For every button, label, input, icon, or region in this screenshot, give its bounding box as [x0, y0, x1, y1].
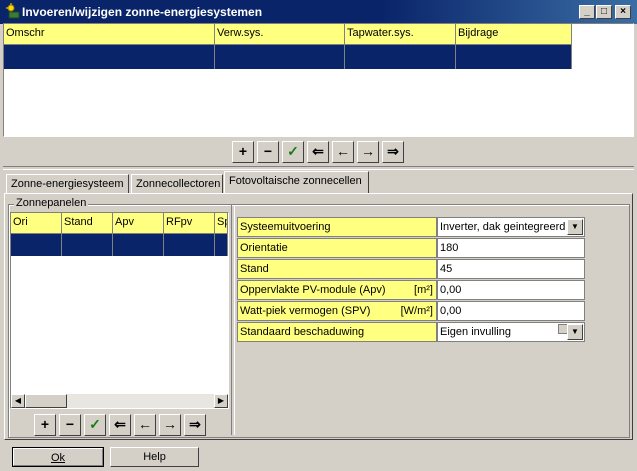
checkmark-icon[interactable]: ✓ — [282, 141, 304, 163]
column-header-omschr[interactable]: Omschr — [4, 24, 215, 45]
column-header-sp[interactable]: Sp — [215, 213, 228, 234]
last-record-icon[interactable]: ⇒ — [184, 414, 206, 436]
prev-record-icon[interactable]: ← — [134, 414, 156, 436]
first-record-icon[interactable]: ⇐ — [307, 141, 329, 163]
minimize-button[interactable]: _ — [579, 5, 595, 19]
orientatie-field[interactable]: 180 — [437, 238, 585, 258]
group-label: Zonnepanelen — [14, 197, 89, 209]
unit-m2: [m²] — [414, 284, 433, 296]
column-header-ori[interactable]: Ori — [11, 213, 62, 234]
title-bar: Invoeren/wijzigen zonne-energiesystemen … — [0, 0, 637, 24]
vertical-splitter[interactable] — [231, 205, 235, 435]
panel-navigator: + − ✓ ⇐ ← → ⇒ — [34, 414, 210, 436]
column-header-apv[interactable]: Apv — [113, 213, 164, 234]
add-icon[interactable]: + — [232, 141, 254, 163]
table-cell[interactable] — [215, 45, 345, 69]
top-navigator: + − ✓ ⇐ ← → ⇒ — [232, 141, 408, 163]
table-cell[interactable] — [215, 234, 228, 256]
tab-zonne-energiesysteem[interactable]: Zonne-energiesysteem — [6, 174, 129, 194]
scroll-thumb[interactable] — [25, 394, 67, 408]
table-cell[interactable] — [62, 234, 113, 256]
table-cell[interactable] — [4, 45, 215, 69]
prev-record-icon[interactable]: ← — [332, 141, 354, 163]
add-icon[interactable]: + — [34, 414, 56, 436]
column-header-rfpv[interactable]: RFpv — [164, 213, 215, 234]
window-title: Invoeren/wijzigen zonne-energiesystemen — [22, 5, 263, 19]
label-standaard-beschaduwing: Standaard beschaduwing — [237, 322, 437, 342]
last-record-icon[interactable]: ⇒ — [382, 141, 404, 163]
column-header-tapwater-sys[interactable]: Tapwater.sys. — [345, 24, 456, 45]
panels-grid[interactable]: Ori Stand Apv RFpv Sp ◀ ▶ — [10, 212, 229, 409]
systems-grid[interactable]: Omschr Verw.sys. Tapwater.sys. Bijdrage — [3, 23, 634, 137]
watt-piek-field[interactable]: 0,00 — [437, 301, 585, 321]
oppervlakte-field[interactable]: 0,00 — [437, 280, 585, 300]
label-oppervlakte-pv-module: Oppervlakte PV-module (Apv) [m²] — [237, 280, 437, 300]
chevron-down-icon[interactable]: ▼ — [567, 324, 583, 340]
table-cell[interactable] — [11, 234, 62, 256]
label-watt-piek-vermogen: Watt-piek vermogen (SPV) [W/m²] — [237, 301, 437, 321]
column-header-verw-sys[interactable]: Verw.sys. — [215, 24, 345, 45]
column-header-stand[interactable]: Stand — [62, 213, 113, 234]
table-row-selected[interactable] — [11, 234, 228, 256]
table-row-selected[interactable] — [4, 45, 572, 69]
next-record-icon[interactable]: → — [159, 414, 181, 436]
first-record-icon[interactable]: ⇐ — [109, 414, 131, 436]
tab-zonnecollectoren[interactable]: Zonnecollectoren — [131, 174, 223, 194]
label-systeemuitvoering: Systeemuitvoering — [237, 217, 437, 237]
delete-icon[interactable]: − — [257, 141, 279, 163]
scroll-right-icon[interactable]: ▶ — [214, 394, 228, 408]
help-button[interactable]: Help — [110, 447, 199, 467]
tab-fotovoltaische-zonnecellen[interactable]: Fotovoltaische zonnecellen — [224, 171, 369, 194]
systeemuitvoering-select[interactable]: Inverter, dak geintegreerd ▼ — [437, 217, 585, 237]
label-orientatie: Orientatie — [237, 238, 437, 258]
close-button[interactable]: × — [615, 5, 631, 19]
table-cell[interactable] — [456, 45, 572, 69]
scroll-left-icon[interactable]: ◀ — [11, 394, 25, 408]
table-cell[interactable] — [113, 234, 164, 256]
chevron-down-icon[interactable]: ▼ — [567, 219, 583, 235]
table-cell[interactable] — [345, 45, 456, 69]
ok-button[interactable]: Ok — [12, 447, 104, 467]
column-header-bijdrage[interactable]: Bijdrage — [456, 24, 572, 45]
beschaduwing-select[interactable]: Eigen invulling ▼ — [437, 322, 585, 342]
horizontal-scrollbar[interactable]: ◀ ▶ — [11, 394, 228, 408]
next-record-icon[interactable]: → — [357, 141, 379, 163]
table-cell[interactable] — [164, 234, 215, 256]
delete-icon[interactable]: − — [59, 414, 81, 436]
app-icon — [6, 3, 20, 19]
stand-field[interactable]: 45 — [437, 259, 585, 279]
unit-w-m2: [W/m²] — [400, 305, 433, 317]
splitter[interactable] — [3, 166, 634, 170]
ok-button-face[interactable]: Ok — [13, 448, 103, 466]
maximize-button[interactable]: □ — [596, 5, 612, 19]
checkmark-icon[interactable]: ✓ — [84, 414, 106, 436]
label-stand: Stand — [237, 259, 437, 279]
